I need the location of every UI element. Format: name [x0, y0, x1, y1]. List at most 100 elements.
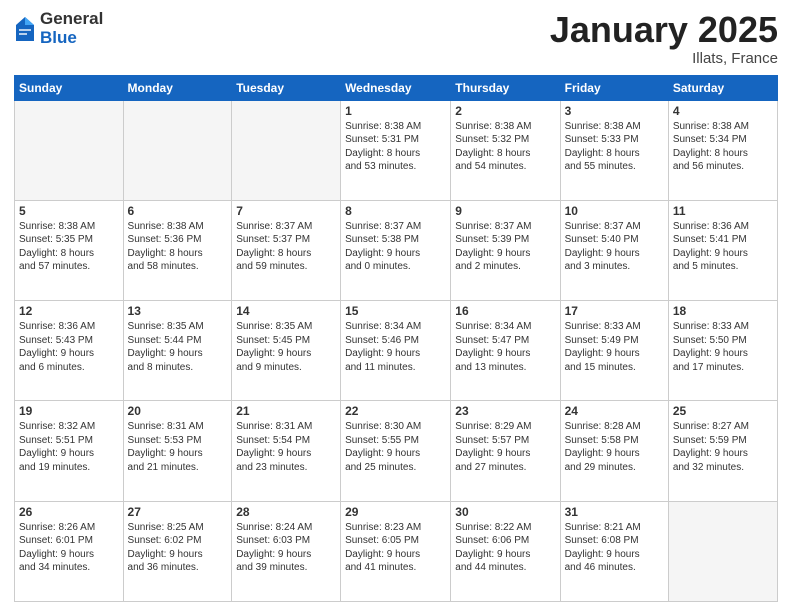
- day-number: 29: [345, 505, 446, 519]
- table-row: 28Sunrise: 8:24 AM Sunset: 6:03 PM Dayli…: [232, 501, 341, 601]
- cell-daylight-info: Sunrise: 8:31 AM Sunset: 5:54 PM Dayligh…: [236, 420, 336, 474]
- table-row: 9 Sunrise: 8:37 AM Sunset: 5:39 PM Daylig…: [451, 200, 560, 300]
- calendar-week-5: 26 Sunrise: 8:26 AM Sunset: 6:01 PM Dayli…: [15, 501, 778, 601]
- table-row: 2 Sunrise: 8:38 AM Sunset: 5:32 PM Daylig…: [451, 100, 560, 200]
- table-row: 8Sunrise: 8:37 AM Sunset: 5:38 PM Daylig…: [341, 200, 451, 300]
- day-number: 4: [673, 104, 773, 118]
- table-row: 25 Sunrise: 8:27 AM Sunset: 5:59 PM Dayli…: [668, 401, 777, 501]
- location-subtitle: Illats, France: [550, 50, 778, 67]
- cell-daylight-info: Sunrise: 8:37 AM Sunset: 5:40 PM Dayligh…: [565, 220, 664, 274]
- logo: General Blue: [14, 10, 103, 47]
- table-row: 30 Sunrise: 8:22 AM Sunset: 6:06 PM Dayli…: [451, 501, 560, 601]
- table-row: 12Sunrise: 8:36 AM Sunset: 5:43 PM Dayli…: [15, 301, 124, 401]
- col-friday: Friday: [560, 75, 668, 100]
- cell-daylight-info: Sunrise: 8:33 AM Sunset: 5:49 PM Dayligh…: [565, 320, 664, 374]
- table-row: 7 Sunrise: 8:37 AM Sunset: 5:37 PM Daylig…: [232, 200, 341, 300]
- cell-daylight-info: Sunrise: 8:21 AM Sunset: 6:08 PM Dayligh…: [565, 521, 664, 575]
- table-row: 18Sunrise: 8:33 AM Sunset: 5:50 PM Dayli…: [668, 301, 777, 401]
- day-number: 1: [345, 104, 446, 118]
- cell-daylight-info: Sunrise: 8:26 AM Sunset: 6:01 PM Dayligh…: [19, 521, 119, 575]
- cell-daylight-info: Sunrise: 8:38 AM Sunset: 5:33 PM Dayligh…: [565, 120, 664, 174]
- col-wednesday: Wednesday: [341, 75, 451, 100]
- day-number: 13: [128, 304, 228, 318]
- table-row: 20 Sunrise: 8:31 AM Sunset: 5:53 PM Dayli…: [123, 401, 232, 501]
- logo-blue-text: Blue: [40, 29, 103, 48]
- day-number: 7: [236, 204, 336, 218]
- day-number: 31: [565, 505, 664, 519]
- cell-daylight-info: Sunrise: 8:37 AM Sunset: 5:37 PM Dayligh…: [236, 220, 336, 274]
- table-row: [15, 100, 124, 200]
- cell-daylight-info: Sunrise: 8:36 AM Sunset: 5:43 PM Dayligh…: [19, 320, 119, 374]
- cell-daylight-info: Sunrise: 8:32 AM Sunset: 5:51 PM Dayligh…: [19, 420, 119, 474]
- day-number: 26: [19, 505, 119, 519]
- cell-daylight-info: Sunrise: 8:27 AM Sunset: 5:59 PM Dayligh…: [673, 420, 773, 474]
- month-title: January 2025: [550, 10, 778, 50]
- cell-daylight-info: Sunrise: 8:35 AM Sunset: 5:45 PM Dayligh…: [236, 320, 336, 374]
- day-number: 10: [565, 204, 664, 218]
- cell-daylight-info: Sunrise: 8:28 AM Sunset: 5:58 PM Dayligh…: [565, 420, 664, 474]
- cell-daylight-info: Sunrise: 8:34 AM Sunset: 5:46 PM Dayligh…: [345, 320, 446, 374]
- day-number: 16: [455, 304, 555, 318]
- cell-daylight-info: Sunrise: 8:30 AM Sunset: 5:55 PM Dayligh…: [345, 420, 446, 474]
- cell-daylight-info: Sunrise: 8:35 AM Sunset: 5:44 PM Dayligh…: [128, 320, 228, 374]
- day-number: 23: [455, 404, 555, 418]
- day-number: 30: [455, 505, 555, 519]
- cell-daylight-info: Sunrise: 8:37 AM Sunset: 5:39 PM Dayligh…: [455, 220, 555, 274]
- day-number: 21: [236, 404, 336, 418]
- day-number: 6: [128, 204, 228, 218]
- day-number: 8: [345, 204, 446, 218]
- logo-text: General Blue: [40, 10, 103, 47]
- cell-daylight-info: Sunrise: 8:31 AM Sunset: 5:53 PM Dayligh…: [128, 420, 228, 474]
- day-number: 19: [19, 404, 119, 418]
- table-row: 21 Sunrise: 8:31 AM Sunset: 5:54 PM Dayli…: [232, 401, 341, 501]
- cell-daylight-info: Sunrise: 8:36 AM Sunset: 5:41 PM Dayligh…: [673, 220, 773, 274]
- day-number: 9: [455, 204, 555, 218]
- cell-daylight-info: Sunrise: 8:29 AM Sunset: 5:57 PM Dayligh…: [455, 420, 555, 474]
- day-number: 28: [236, 505, 336, 519]
- calendar-week-4: 19 Sunrise: 8:32 AM Sunset: 5:51 PM Dayli…: [15, 401, 778, 501]
- table-row: 15 Sunrise: 8:34 AM Sunset: 5:46 PM Dayli…: [341, 301, 451, 401]
- logo-icon: [14, 15, 36, 43]
- col-tuesday: Tuesday: [232, 75, 341, 100]
- table-row: [668, 501, 777, 601]
- cell-daylight-info: Sunrise: 8:38 AM Sunset: 5:35 PM Dayligh…: [19, 220, 119, 274]
- table-row: 17Sunrise: 8:33 AM Sunset: 5:49 PM Dayli…: [560, 301, 668, 401]
- table-row: [123, 100, 232, 200]
- table-row: [232, 100, 341, 200]
- cell-daylight-info: Sunrise: 8:38 AM Sunset: 5:36 PM Dayligh…: [128, 220, 228, 274]
- cell-daylight-info: Sunrise: 8:23 AM Sunset: 6:05 PM Dayligh…: [345, 521, 446, 575]
- day-number: 20: [128, 404, 228, 418]
- table-row: 3 Sunrise: 8:38 AM Sunset: 5:33 PM Daylig…: [560, 100, 668, 200]
- calendar-week-1: 1 Sunrise: 8:38 AM Sunset: 5:31 PM Daylig…: [15, 100, 778, 200]
- table-row: 11Sunrise: 8:36 AM Sunset: 5:41 PM Dayli…: [668, 200, 777, 300]
- col-thursday: Thursday: [451, 75, 560, 100]
- day-number: 22: [345, 404, 446, 418]
- col-monday: Monday: [123, 75, 232, 100]
- day-number: 25: [673, 404, 773, 418]
- table-row: 19 Sunrise: 8:32 AM Sunset: 5:51 PM Dayli…: [15, 401, 124, 501]
- calendar-header-row: Sunday Monday Tuesday Wednesday Thursday…: [15, 75, 778, 100]
- table-row: 4Sunrise: 8:38 AM Sunset: 5:34 PM Daylig…: [668, 100, 777, 200]
- day-number: 18: [673, 304, 773, 318]
- cell-daylight-info: Sunrise: 8:38 AM Sunset: 5:31 PM Dayligh…: [345, 120, 446, 174]
- cell-daylight-info: Sunrise: 8:25 AM Sunset: 6:02 PM Dayligh…: [128, 521, 228, 575]
- logo-general-text: General: [40, 10, 103, 29]
- day-number: 2: [455, 104, 555, 118]
- day-number: 14: [236, 304, 336, 318]
- col-sunday: Sunday: [15, 75, 124, 100]
- col-saturday: Saturday: [668, 75, 777, 100]
- day-number: 3: [565, 104, 664, 118]
- cell-daylight-info: Sunrise: 8:22 AM Sunset: 6:06 PM Dayligh…: [455, 521, 555, 575]
- table-row: 29 Sunrise: 8:23 AM Sunset: 6:05 PM Dayli…: [341, 501, 451, 601]
- table-row: 6 Sunrise: 8:38 AM Sunset: 5:36 PM Daylig…: [123, 200, 232, 300]
- table-row: 24 Sunrise: 8:28 AM Sunset: 5:58 PM Dayli…: [560, 401, 668, 501]
- cell-daylight-info: Sunrise: 8:34 AM Sunset: 5:47 PM Dayligh…: [455, 320, 555, 374]
- table-row: 1 Sunrise: 8:38 AM Sunset: 5:31 PM Daylig…: [341, 100, 451, 200]
- day-number: 15: [345, 304, 446, 318]
- title-block: January 2025 Illats, France: [550, 10, 778, 67]
- cell-daylight-info: Sunrise: 8:38 AM Sunset: 5:32 PM Dayligh…: [455, 120, 555, 174]
- day-number: 24: [565, 404, 664, 418]
- table-row: 23 Sunrise: 8:29 AM Sunset: 5:57 PM Dayli…: [451, 401, 560, 501]
- day-number: 5: [19, 204, 119, 218]
- calendar-table: Sunday Monday Tuesday Wednesday Thursday…: [14, 75, 778, 602]
